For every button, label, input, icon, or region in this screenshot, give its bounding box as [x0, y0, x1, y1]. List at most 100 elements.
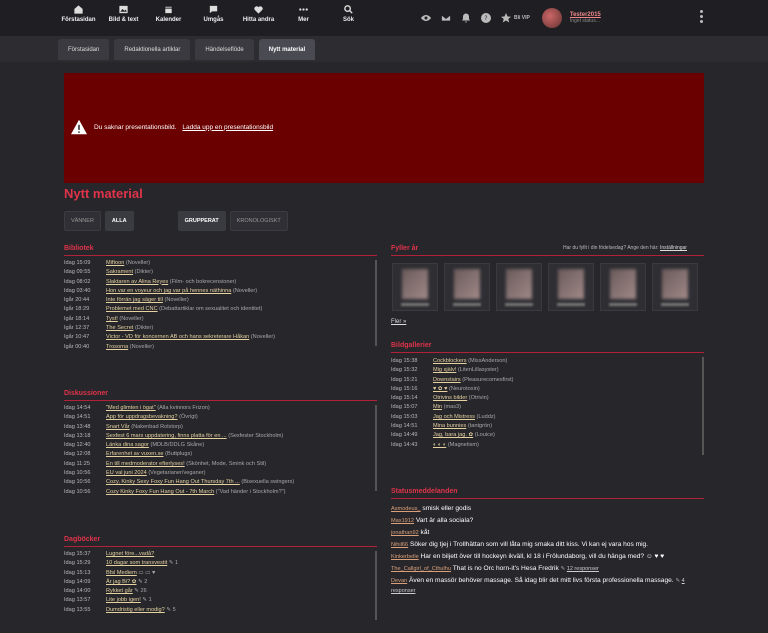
status-item: Max1912 Vart är alla sociala? [391, 516, 704, 526]
item-link[interactable]: Downstairs [433, 377, 461, 383]
nav-item-4[interactable]: Hitta andra [236, 4, 281, 23]
filter-all-button[interactable]: ALLA [104, 211, 134, 231]
nav-item-1[interactable]: Bild & text [101, 4, 146, 23]
item-link[interactable]: Sakrament [106, 269, 133, 275]
item-time: Igår 18:14 [64, 315, 90, 322]
item-link[interactable]: 10 dagar som transvestit [106, 560, 167, 566]
scrollbar[interactable] [375, 260, 377, 347]
scrollbar[interactable] [702, 357, 704, 455]
item-link[interactable]: Min [433, 404, 442, 410]
nav-item-3[interactable]: Umgås [191, 4, 236, 23]
nav-label: Umgås [203, 17, 224, 23]
item-link[interactable]: ♥ ✿ ♥ [433, 386, 447, 392]
birthday-card[interactable] [444, 263, 490, 311]
list-item: Idag 12:40 Länka dina sagor (MDLB/DDLG Sk… [64, 442, 377, 451]
item-link[interactable]: Mina bunnies [433, 423, 466, 429]
item-link[interactable]: Tyst! [106, 316, 118, 322]
status-user-link[interactable]: jonathan92 [391, 530, 419, 536]
eye-icon[interactable] [420, 12, 432, 24]
nav-label: Kalender [155, 17, 182, 23]
item-link[interactable]: Sexfest 6 mars uppdatering, finns platta… [106, 433, 227, 439]
item-link[interactable]: Lugnet före...vadå? [106, 551, 154, 557]
item-link[interactable]: Snart Vår [106, 424, 130, 430]
item-link[interactable]: Länka dina sagor [106, 442, 149, 448]
item-link[interactable]: Slaktaren av Alina Reyes [106, 279, 168, 285]
list-item: Idag 13:18 Sexfest 6 mars uppdatering, fi… [64, 433, 377, 442]
filter-grouped-button[interactable]: GRUPPERAT [177, 211, 226, 231]
user-info[interactable]: Tester2015 Inget status... [570, 12, 601, 24]
item-link[interactable]: Inte förrän jag säger till [106, 297, 163, 303]
item-link[interactable]: Hon var en voyeur och jag var på hennes … [106, 288, 231, 294]
item-link[interactable]: Trosorna [106, 344, 128, 350]
item-link[interactable]: ◐ ◐ ◐ [433, 442, 446, 448]
item-time: Idag 15:13 [64, 569, 91, 576]
item-link[interactable]: Är jag Bi? ✿ [106, 579, 137, 585]
birthday-card[interactable] [496, 263, 542, 311]
avatar[interactable] [541, 8, 562, 28]
item-link[interactable]: Cozy, Kinky Sexy Foxy Fun Hang Out Thurs… [106, 479, 240, 485]
help-icon[interactable]: ? [480, 12, 492, 24]
list-item: Idag 10:56 Cozy Kinky Foxy Fun Hang Out -… [64, 489, 377, 498]
status-responses[interactable]: ✎ 12 responser [561, 566, 599, 572]
more-birthdays-link[interactable]: Fler » [391, 319, 406, 325]
tab-0[interactable]: Förstasidan [58, 39, 110, 60]
scrollbar[interactable] [375, 405, 377, 492]
item-link[interactable]: Problemet med CNC [106, 306, 158, 312]
vip-button[interactable]: Bli VIP [500, 12, 530, 24]
list-item: Idag 11:25 En till medmoderator efterlyse… [64, 461, 377, 470]
scrollbar[interactable] [375, 551, 377, 620]
item-link[interactable]: Rykket går [106, 588, 133, 594]
birthday-card[interactable] [600, 263, 646, 311]
item-link[interactable]: Mig själv! [433, 367, 456, 373]
bell-icon[interactable] [460, 12, 472, 24]
item-link[interactable]: Jag, bara jag. ✿ [433, 432, 473, 438]
item-link[interactable]: Lite jobb igen! [106, 597, 141, 603]
birthday-card[interactable] [652, 263, 698, 311]
item-link[interactable]: Cozy Kinky Foxy Fun Hang Out - 7th March [106, 489, 214, 495]
tab-3[interactable]: Nytt material [258, 39, 316, 60]
library-list: Idag 15:09 Miftoon (Noveller) Idag 09:55 Sa… [64, 256, 377, 364]
filter-chronological-button[interactable]: KRONOLOGISKT [229, 211, 288, 231]
mail-icon[interactable] [440, 12, 452, 24]
status-user-link[interactable]: Max1912 [391, 518, 414, 524]
status-user-link[interactable]: The_Callgirl_of_Cthulhu [391, 566, 451, 572]
item-link[interactable]: Jag och Mistress [433, 414, 475, 420]
item-link[interactable]: Dumdristig eller modig? [106, 607, 165, 613]
item-link[interactable]: Victor - VD för koncernen AB och hans se… [106, 334, 249, 340]
list-item: Igår 00:40 Trosorna (Noveller) [64, 344, 377, 353]
tab-2[interactable]: Händelseflöde [195, 39, 254, 60]
presentation-banner: Du saknar presentationsbild. Ladda upp e… [64, 73, 704, 183]
item-link[interactable]: Erfarenhet av vuxen.se [106, 451, 164, 457]
list-item: Idag 03:40 Hon var en voyeur och jag var … [64, 288, 377, 297]
tab-1[interactable]: Redaktionella artiklar [114, 39, 191, 60]
nav-item-0[interactable]: Förstasidan [56, 4, 101, 23]
nav-item-6[interactable]: Sök [326, 4, 371, 23]
status-user-link[interactable]: Kinkerbelle [391, 554, 419, 560]
item-link[interactable]: En till medmoderator efterlyses! [106, 461, 185, 467]
item-link[interactable]: Cockblockers [433, 358, 467, 364]
user-status: Inget status... [569, 18, 600, 24]
item-link[interactable]: EU val juni 2024 [106, 470, 147, 476]
responses-link[interactable]: 12 responser [567, 566, 599, 572]
item-link[interactable]: "Med glimten i ögat" [106, 405, 156, 411]
settings-link[interactable]: Inställningar [660, 245, 687, 251]
list-item: Idag 14:49 Jag, bara jag. ✿ (Louice) [391, 432, 704, 441]
item-link[interactable]: Otrivins bilder [433, 395, 467, 401]
status-user-link[interactable]: Asmodeus_ [391, 506, 421, 512]
item-link[interactable]: The Secret [106, 325, 133, 331]
status-user-link[interactable]: Devan [391, 578, 407, 584]
warning-icon [71, 119, 87, 135]
filter-friends-button[interactable]: VÄNNER [64, 211, 101, 231]
item-link[interactable]: Bfsl Mediem [106, 570, 137, 576]
vip-label: Bli VIP [514, 15, 530, 21]
kebab-menu-icon[interactable] [700, 10, 704, 25]
list-item: Idag 15:16 ♥ ✿ ♥ (Neurotoxin) [391, 386, 704, 395]
item-link[interactable]: Miftoon [106, 260, 124, 266]
nav-item-5[interactable]: Mer [281, 4, 326, 23]
birthday-card[interactable] [392, 263, 438, 311]
status-user-link[interactable]: Nihil66 [391, 542, 408, 548]
item-link[interactable]: App för uppdragsbevakning? [106, 414, 178, 420]
birthday-card[interactable] [548, 263, 594, 311]
upload-picture-link[interactable]: Ladda upp en presentationsbild [182, 124, 273, 131]
nav-item-2[interactable]: Kalender [146, 4, 191, 23]
